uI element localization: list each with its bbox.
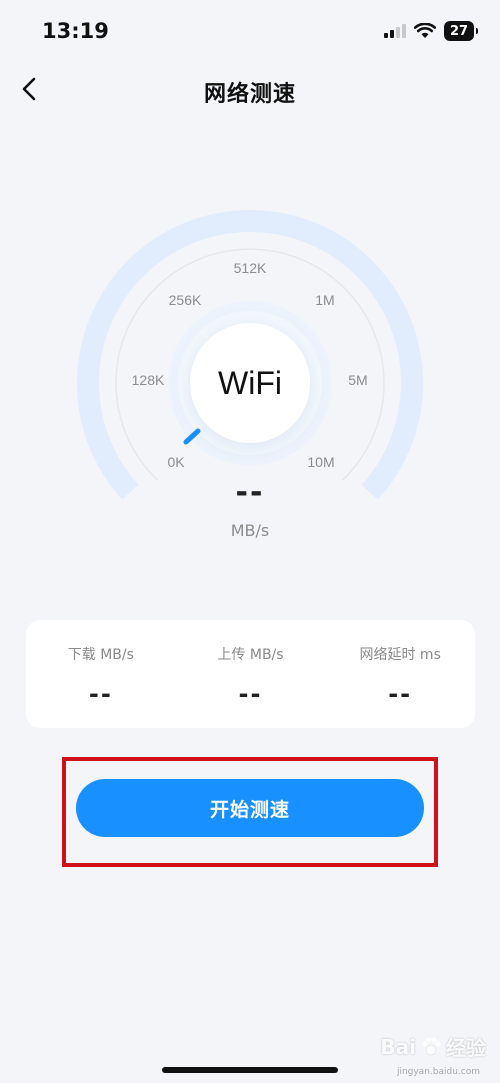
stat-value: -- — [388, 680, 413, 708]
gauge-tick-label: 1M — [315, 292, 335, 308]
paw-icon — [422, 1037, 441, 1055]
stat-label: 下载 MB/s — [67, 647, 134, 663]
stat-download: 下载 MB/s -- — [26, 620, 176, 728]
stats-card: 下载 MB/s -- 上传 MB/s -- 网络延时 ms -- — [26, 620, 475, 728]
watermark-text-2: 经验 — [446, 1036, 486, 1060]
start-speed-test-button[interactable]: 开始测速 — [76, 779, 424, 837]
stat-label: 网络延时 ms — [359, 647, 441, 663]
stat-value: -- — [238, 680, 263, 708]
current-speed-unit: MB/s — [230, 521, 270, 540]
current-speed-value: -- — [235, 475, 265, 510]
gauge-center: WiFi — [190, 323, 310, 443]
watermark-text: Bai — [380, 1034, 416, 1059]
gauge-tick-label: 128K — [131, 372, 165, 388]
home-indicator[interactable] — [162, 1067, 338, 1073]
stat-value: -- — [88, 680, 113, 708]
gauge-tick-label: 10M — [307, 454, 335, 470]
gauge-tick-label: 5M — [348, 372, 368, 388]
watermark-url: jingyan.baidu.com — [396, 1067, 480, 1077]
baidu-watermark: Bai 经验 — [380, 1032, 486, 1061]
stat-upload: 上传 MB/s -- — [176, 620, 326, 728]
stat-latency: 网络延时 ms -- — [325, 620, 475, 728]
stat-label: 上传 MB/s — [217, 647, 284, 663]
gauge-tick-label: 0K — [167, 454, 185, 470]
connection-type-label: WiFi — [218, 364, 282, 401]
gauge-tick-label: 256K — [168, 292, 202, 308]
gauge-tick-label: 512K — [233, 260, 267, 276]
